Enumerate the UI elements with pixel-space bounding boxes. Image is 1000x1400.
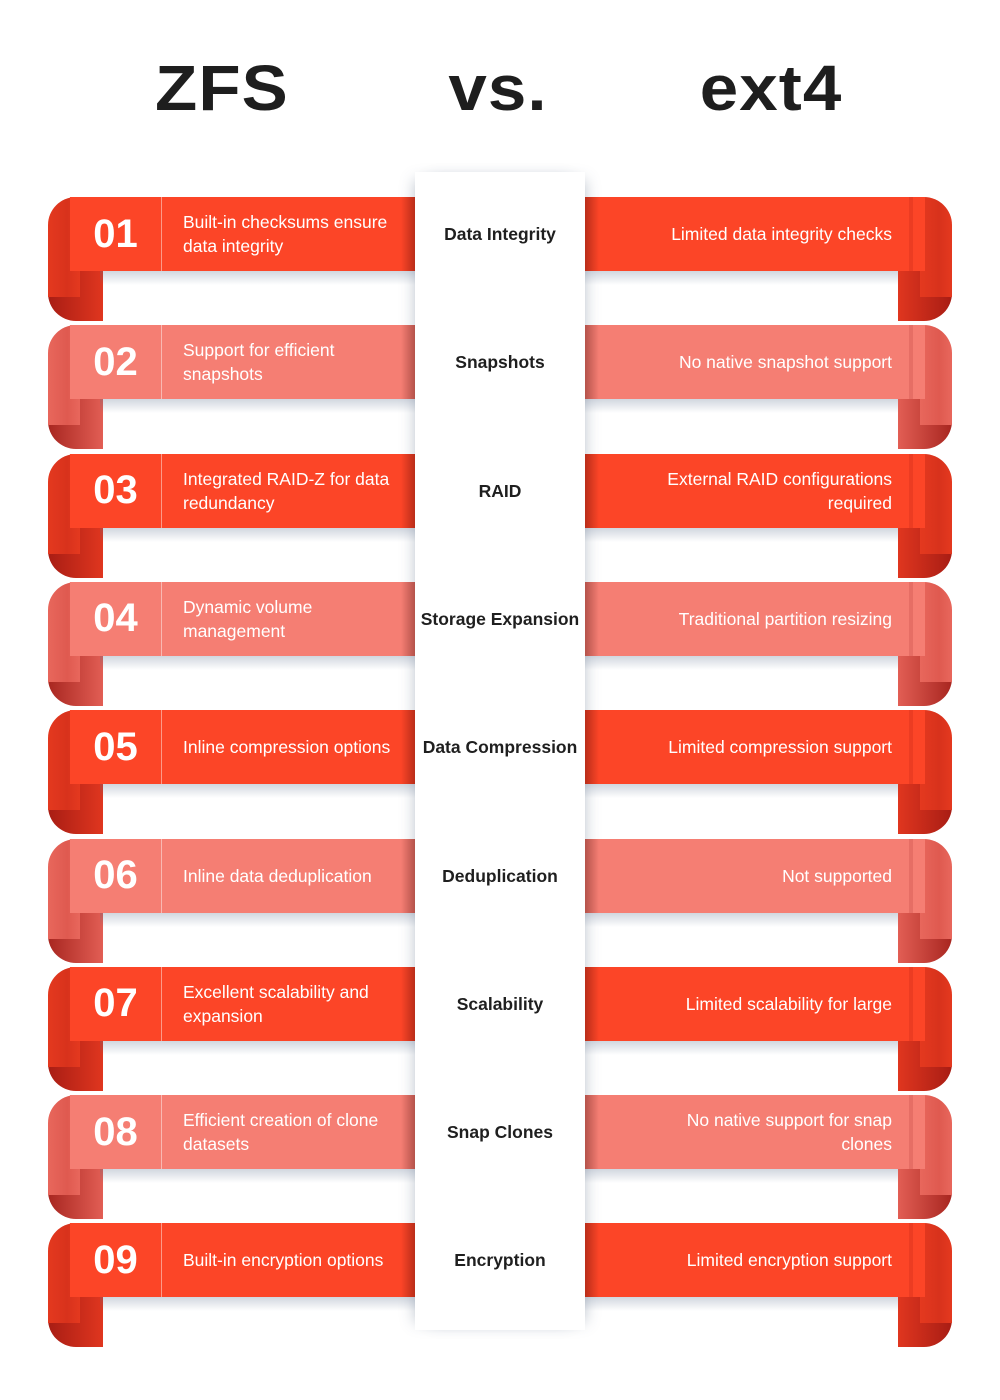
comparison-row: 01 Built-in checksums ensure data integr… — [0, 197, 1000, 325]
zfs-ribbon: 02 Support for efficient snapshots — [70, 325, 415, 400]
row-number: 01 — [70, 197, 162, 271]
feature-label: Deduplication — [442, 865, 558, 886]
zfs-ribbon: 03 Integrated RAID-Z for data redundancy — [70, 453, 415, 528]
zfs-description: Inline data deduplication — [183, 865, 372, 886]
row-number: 08 — [70, 1095, 162, 1170]
feature-label: Scalability — [456, 993, 544, 1014]
zfs-ribbon: 07 Excellent scalability and expansion — [70, 966, 415, 1041]
zfs-ribbon: 04 Dynamic volume management — [70, 581, 415, 656]
zfs-title: ZFS — [155, 52, 289, 124]
comparison-row: 06 Inline data deduplication Deduplicati… — [0, 838, 1000, 967]
ext4-description: Not supported — [782, 865, 892, 886]
ext4-ribbon-shadow — [585, 912, 898, 927]
zfs-ribbon-shadow — [100, 912, 415, 927]
ext4-title: ext4 — [699, 52, 843, 124]
zfs-ribbon-shadow — [100, 1297, 415, 1312]
ext4-description: Limited encryption support — [686, 1250, 892, 1271]
ext4-ribbon: No native snapshot support — [585, 325, 925, 400]
ext4-description: External RAID configurations required — [667, 468, 892, 513]
comparison-row: 09 Built-in encryption options Encryptio… — [0, 1223, 1000, 1351]
zfs-ribbon: 05 Inline compression options — [70, 710, 415, 785]
ext4-description: Limited compression support — [668, 737, 892, 758]
ext4-ribbon: Not supported — [585, 838, 925, 913]
zfs-description: Excellent scalability and expansion — [183, 981, 369, 1026]
zfs-ribbon-shadow — [100, 399, 415, 414]
feature-label: Storage Expansion — [420, 608, 580, 629]
zfs-ribbon-shadow — [100, 1169, 415, 1184]
ext4-ribbon: Limited scalability for large — [585, 966, 925, 1041]
ext4-ribbon-shadow — [585, 1040, 898, 1055]
ext4-ribbon-shadow — [585, 399, 898, 414]
zfs-description: Efficient creation of clone datasets — [183, 1110, 379, 1155]
ext4-ribbon-shadow — [585, 527, 898, 542]
zfs-ribbon-shadow — [100, 655, 415, 670]
comparison-row: 02 Support for efficient snapshots Snaps… — [0, 325, 1000, 453]
zfs-description: Integrated RAID-Z for data redundancy — [183, 468, 390, 513]
feature-label: Data Compression — [422, 737, 578, 758]
zfs-description: Built-in encryption options — [183, 1250, 384, 1271]
zfs-ribbon-shadow — [100, 784, 415, 799]
row-number: 07 — [70, 966, 162, 1041]
comparison-row: 05 Inline compression options Data Compr… — [0, 710, 1000, 838]
ext4-description: Traditional partition resizing — [678, 608, 892, 629]
comparison-row: 04 Dynamic volume management Storage Exp… — [0, 581, 1000, 710]
ext4-ribbon-shadow — [585, 1169, 898, 1184]
comparison-row: 03 Integrated RAID-Z for data redundancy… — [0, 453, 1000, 582]
zfs-description: Support for efficient snapshots — [183, 340, 335, 385]
ext4-ribbon: Limited encryption support — [585, 1223, 925, 1298]
row-number: 06 — [70, 838, 162, 913]
zfs-description: Inline compression options — [183, 737, 391, 758]
feature-label: RAID — [478, 480, 522, 501]
row-number: 09 — [70, 1223, 162, 1298]
zfs-ribbon: 06 Inline data deduplication — [70, 838, 415, 913]
ext4-ribbon-shadow — [585, 655, 898, 670]
ext4-ribbon-shadow — [585, 784, 898, 799]
zfs-description: Dynamic volume management — [183, 596, 313, 641]
zfs-ribbon-shadow — [100, 271, 415, 285]
ext4-ribbon: No native support for snap clones — [585, 1095, 925, 1170]
ext4-ribbon: External RAID configurations required — [585, 453, 925, 528]
vs-label: vs. — [448, 52, 548, 124]
zfs-description: Built-in checksums ensure data integrity — [183, 212, 388, 256]
zfs-ribbon-shadow — [100, 1040, 415, 1055]
ext4-description: No native snapshot support — [678, 352, 892, 373]
feature-label: Snap Clones — [447, 1122, 553, 1143]
ext4-description: No native support for snap clones — [686, 1110, 892, 1155]
ext4-ribbon: Limited compression support — [585, 710, 925, 785]
row-number: 02 — [70, 325, 162, 400]
zfs-ribbon-shadow — [100, 527, 415, 542]
comparison-row: 07 Excellent scalability and expansion S… — [0, 966, 1000, 1095]
row-number: 04 — [70, 581, 162, 656]
ext4-ribbon-shadow — [585, 1297, 898, 1312]
zfs-ribbon: 01 Built-in checksums ensure data integr… — [70, 197, 415, 271]
feature-label: Encryption — [454, 1250, 546, 1271]
comparison-row: 08 Efficient creation of clone datasets … — [0, 1095, 1000, 1223]
zfs-ribbon: 09 Built-in encryption options — [70, 1223, 415, 1298]
row-number: 03 — [70, 453, 162, 528]
ext4-ribbon: Traditional partition resizing — [585, 581, 925, 656]
feature-label: Snapshots — [455, 352, 545, 373]
ext4-description: Limited scalability for large — [685, 993, 892, 1014]
ext4-ribbon: Limited data integrity checks — [585, 197, 925, 271]
ext4-description: Limited data integrity checks — [671, 224, 892, 244]
ext4-ribbon-shadow — [585, 271, 898, 285]
zfs-ribbon: 08 Efficient creation of clone datasets — [70, 1095, 415, 1170]
row-number: 05 — [70, 710, 162, 785]
feature-label: Data Integrity — [444, 224, 556, 244]
